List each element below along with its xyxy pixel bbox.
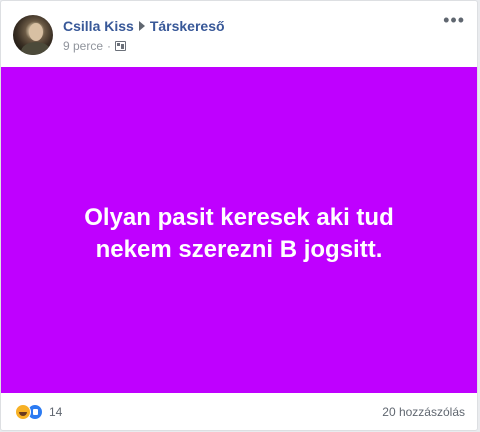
post-header: Csilla Kiss Társkereső 9 perce · ••• — [1, 1, 477, 67]
post-text-line-1: Olyan pasit keresek aki tud — [84, 204, 394, 231]
group-audience-icon[interactable] — [115, 41, 127, 51]
meta-separator: · — [107, 39, 112, 53]
author-line: Csilla Kiss Társkereső — [63, 18, 225, 34]
right-arrow-icon — [138, 21, 145, 31]
author-name[interactable]: Csilla Kiss — [63, 18, 134, 34]
haha-icon — [15, 404, 31, 420]
post-text-line-2: nekem szerezni B jogsitt. — [95, 236, 383, 263]
group-name[interactable]: Társkereső — [150, 18, 225, 34]
comment-count-link[interactable]: 20 hozzászólás — [382, 405, 465, 419]
avatar-shoulder — [21, 42, 51, 55]
post-text: Olyan pasit keresek aki tud nekem szerez… — [84, 202, 393, 266]
post-time[interactable]: 9 perce — [63, 39, 103, 53]
reactions-summary[interactable]: 14 — [15, 404, 62, 420]
reaction-count[interactable]: 14 — [49, 405, 62, 419]
post-content: Olyan pasit keresek aki tud nekem szerez… — [1, 67, 477, 393]
post-card: Csilla Kiss Társkereső 9 perce · ••• Oly… — [0, 0, 478, 431]
avatar-face — [29, 23, 43, 41]
more-options-icon[interactable]: ••• — [443, 11, 465, 29]
post-meta: 9 perce · — [63, 39, 127, 53]
avatar[interactable] — [13, 15, 53, 55]
post-footer: 14 20 hozzászólás — [1, 393, 477, 431]
